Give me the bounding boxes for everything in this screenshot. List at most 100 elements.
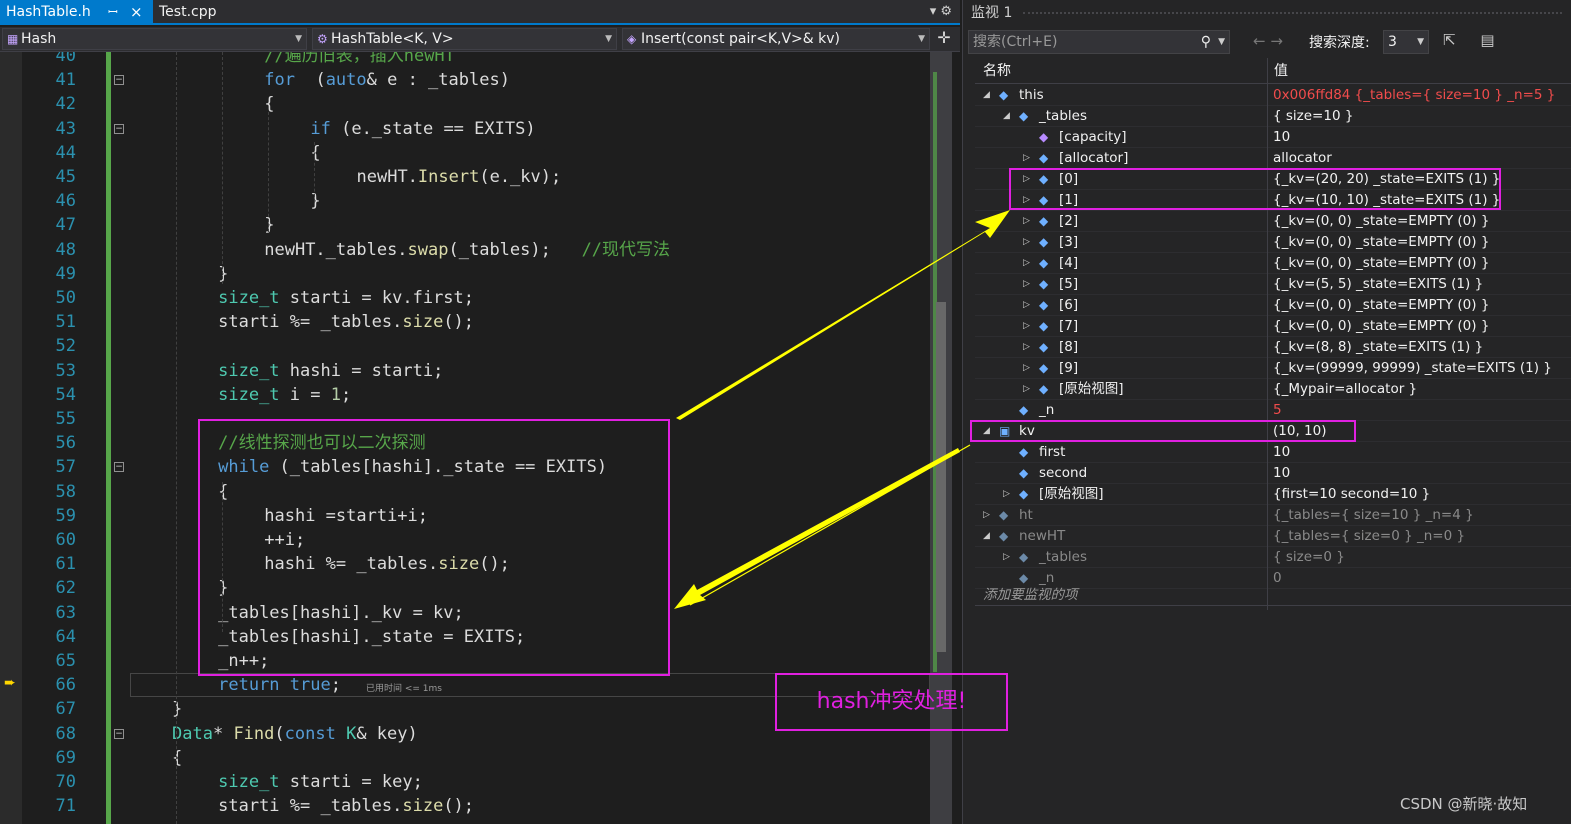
watch-value[interactable]: {_kv=(0, 0) _state=EMPTY (0) } [1273, 253, 1489, 274]
watch-row[interactable]: ◢ ◆ newHT {_tables={ size=0 } _n=0 } [975, 526, 1571, 547]
code-line[interactable]: 54 size_t i = 1; [0, 383, 930, 407]
search-icon[interactable]: ⚲ [1201, 31, 1211, 53]
watch-row[interactable]: ▷ ◆ [4] {_kv=(0, 0) _state=EMPTY (0) } [975, 253, 1571, 274]
watch-row[interactable]: ▷ ◆ [allocator] allocator [975, 148, 1571, 169]
watch-row[interactable]: ▷ ◆ [2] {_kv=(0, 0) _state=EMPTY (0) } [975, 211, 1571, 232]
fold-toggle-icon[interactable]: − [114, 75, 124, 86]
tab-hashtable-h[interactable]: HashTable.h ꟷ × [0, 0, 153, 24]
watch-row[interactable]: ◆ _n 5 [975, 400, 1571, 421]
code-line[interactable]: 45 newHT.Insert(e._kv); [0, 165, 930, 189]
code-line[interactable]: 43 − if (e._state == EXITS) [0, 117, 930, 141]
back-forward-arrows-icon[interactable]: ← → [1253, 32, 1283, 50]
watch-value[interactable]: { size=0 } [1273, 547, 1345, 568]
fold-toggle-icon[interactable]: − [114, 123, 124, 134]
scrollbar-thumb[interactable] [936, 302, 946, 652]
collapse-arrow-icon[interactable]: ◢ [983, 526, 993, 547]
watch-row[interactable]: ▷ ◆ [6] {_kv=(0, 0) _state=EMPTY (0) } [975, 295, 1571, 316]
code-line[interactable]: 40 //遍历旧表，插入newHT [0, 52, 930, 68]
watch-value[interactable]: {_Mypair=allocator } [1273, 379, 1417, 400]
column-header-value[interactable]: 值 [1274, 58, 1288, 84]
watch-value[interactable]: {first=10 second=10 } [1273, 484, 1430, 505]
watch-value[interactable]: {_kv=(0, 0) _state=EMPTY (0) } [1273, 232, 1489, 253]
code-line[interactable]: 52 [0, 334, 930, 358]
code-line[interactable]: 69 { [0, 746, 930, 770]
fold-toggle-icon[interactable]: − [114, 728, 124, 739]
code-line[interactable]: 53 size_t hashi = starti; [0, 359, 930, 383]
code-line[interactable]: 41 − for (auto& e : _tables) [0, 68, 930, 92]
watch-value[interactable]: {_kv=(0, 0) _state=EMPTY (0) } [1273, 211, 1489, 232]
watch-row[interactable]: ▷ ◆ [9] {_kv=(99999, 99999) _state=EXITS (1… [975, 358, 1571, 379]
watch-row[interactable]: ▷ ◆ [原始视图] {first=10 second=10 } [975, 484, 1571, 505]
expand-arrow-icon[interactable]: ▷ [1023, 274, 1033, 295]
member-dropdown[interactable]: ◈ Insert(const pair<K,V>& kv) ▼ [622, 28, 930, 50]
watch-row[interactable]: ◢ ◆ this 0x006ffd84 {_tables={ size=10 } _n… [975, 85, 1571, 106]
expand-arrow-icon[interactable]: ▷ [983, 505, 993, 526]
watch-value[interactable]: 0x006ffd84 {_tables={ size=10 } _n=5 } [1273, 85, 1555, 106]
watch-row[interactable]: ▷ ◆ [8] {_kv=(8, 8) _state=EXITS (1) } [975, 337, 1571, 358]
tab-menu-and-settings-icon[interactable]: ▾ ⚙ [930, 0, 952, 24]
column-divider[interactable] [1267, 58, 1268, 84]
code-line[interactable]: 44 { [0, 141, 930, 165]
code-line[interactable]: 47} [0, 213, 930, 237]
watch-tool-icons[interactable]: ⇱ ▤ [1443, 31, 1505, 49]
expand-arrow-icon[interactable]: ▷ [1023, 211, 1033, 232]
watch-value[interactable]: {_kv=(0, 0) _state=EMPTY (0) } [1273, 316, 1489, 337]
watch-row[interactable]: ◆ first 10 [975, 442, 1571, 463]
watch-row[interactable]: ▷ ◆ ht {_tables={ size=10 } _n=4 } [975, 505, 1571, 526]
expand-arrow-icon[interactable]: ▷ [1023, 295, 1033, 316]
code-line[interactable]: 46} [0, 189, 930, 213]
project-dropdown[interactable]: ▦ Hash ▼ [2, 28, 307, 50]
watch-value[interactable]: {_tables={ size=0 } _n=0 } [1273, 526, 1465, 547]
watch-value[interactable]: allocator [1273, 148, 1332, 169]
expand-arrow-icon[interactable]: ▷ [1023, 232, 1033, 253]
watch-row[interactable]: ◆ second 10 [975, 463, 1571, 484]
watch-value[interactable]: {_kv=(5, 5) _state=EXITS (1) } [1273, 274, 1483, 295]
watch-value[interactable]: {_kv=(0, 0) _state=EMPTY (0) } [1273, 295, 1489, 316]
expand-arrow-icon[interactable]: ▷ [1023, 379, 1033, 400]
column-header-name[interactable]: 名称 [983, 58, 1011, 84]
watch-value[interactable]: { size=10 } [1273, 106, 1353, 127]
code-line[interactable]: 48 newHT._tables.swap(_tables); //现代写法 [0, 238, 930, 262]
expand-arrow-icon[interactable]: ▷ [1003, 547, 1013, 568]
scope-dropdown[interactable]: ⚙ HashTable<K, V> ▼ [312, 28, 617, 50]
expand-arrow-icon[interactable]: ▷ [1003, 484, 1013, 505]
fold-toggle-icon[interactable]: − [114, 462, 124, 473]
collapse-arrow-icon[interactable]: ◢ [983, 85, 993, 106]
watch-value[interactable]: 10 [1273, 463, 1290, 484]
watch-value[interactable]: {_kv=(99999, 99999) _state=EXITS (1) } [1273, 358, 1552, 379]
watch-value[interactable]: 10 [1273, 442, 1290, 463]
add-watch-item[interactable]: 添加要监视的项 [975, 585, 1571, 606]
watch-row[interactable]: ▷ ◆ [3] {_kv=(0, 0) _state=EMPTY (0) } [975, 232, 1571, 253]
watch-row[interactable]: ◢ ◆ _tables { size=10 } [975, 106, 1571, 127]
expand-arrow-icon[interactable]: ▷ [1023, 358, 1033, 379]
code-line[interactable]: 42 { [0, 92, 930, 116]
watch-row[interactable]: ▷ ◆ [7] {_kv=(0, 0) _state=EMPTY (0) } [975, 316, 1571, 337]
execution-pointer-icon[interactable]: ➨ [4, 675, 16, 691]
code-line[interactable]: 49} [0, 262, 930, 286]
watch-search-input[interactable]: 搜索(Ctrl+E) ⚲ ▼ [968, 30, 1230, 54]
expand-arrow-icon[interactable]: ▷ [1023, 337, 1033, 358]
code-line[interactable]: 51 starti %= _tables.size(); [0, 310, 930, 334]
grip-dots[interactable] [1023, 12, 1562, 14]
code-line[interactable]: 50 size_t starti = kv.first; [0, 286, 930, 310]
watch-value[interactable]: {_kv=(8, 8) _state=EXITS (1) } [1273, 337, 1483, 358]
code-line[interactable]: 71 starti %= _tables.size(); [0, 794, 930, 818]
watch-value[interactable]: 5 [1273, 400, 1282, 421]
expand-arrow-icon[interactable]: ▷ [1023, 316, 1033, 337]
watch-value[interactable]: 10 [1273, 127, 1290, 148]
search-depth-select[interactable]: 3 ▼ [1383, 30, 1429, 54]
split-icon[interactable]: ✛ [932, 28, 956, 50]
expand-arrow-icon[interactable]: ▷ [1023, 253, 1033, 274]
expand-arrow-icon[interactable]: ▷ [1023, 148, 1033, 169]
watch-value[interactable]: {_tables={ size=10 } _n=4 } [1273, 505, 1474, 526]
tab-test-cpp[interactable]: Test.cpp [153, 0, 283, 24]
code-line[interactable]: 70 size_t starti = key; [0, 770, 930, 794]
watch-row[interactable]: ▷ ◆ _tables { size=0 } [975, 547, 1571, 568]
chevron-down-icon[interactable]: ▼ [1218, 31, 1225, 53]
close-icon[interactable]: × [130, 0, 143, 24]
pin-icon[interactable]: ꟷ [108, 0, 118, 24]
watch-row[interactable]: ▷ ◆ [原始视图] {_Mypair=allocator } [975, 379, 1571, 400]
watch-row[interactable]: ◆ [capacity] 10 [975, 127, 1571, 148]
collapse-arrow-icon[interactable]: ◢ [1003, 106, 1013, 127]
watch-row[interactable]: ▷ ◆ [5] {_kv=(5, 5) _state=EXITS (1) } [975, 274, 1571, 295]
